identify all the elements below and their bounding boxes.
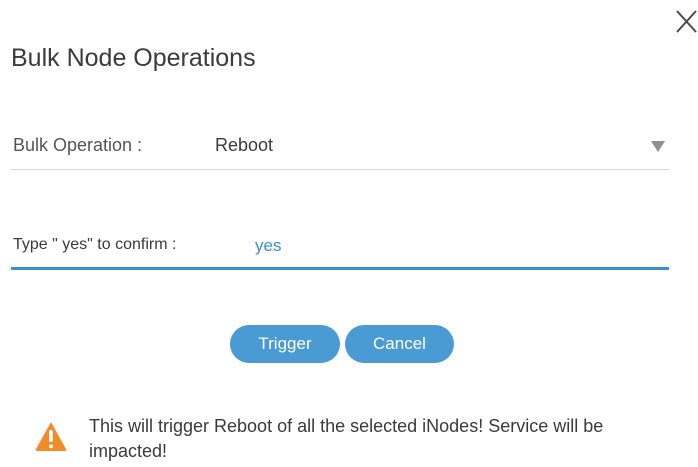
bulk-node-operations-dialog: Bulk Node Operations Bulk Operation : Re… <box>0 0 698 467</box>
confirm-input[interactable] <box>255 231 655 261</box>
bulk-operation-select[interactable]: Bulk Operation : Reboot <box>11 126 669 170</box>
warning-icon <box>34 420 68 452</box>
warning-message: This will trigger Reboot of all the sele… <box>34 412 674 464</box>
caret-down-icon[interactable] <box>651 141 665 152</box>
dialog-title: Bulk Node Operations <box>11 44 256 72</box>
bulk-operation-label: Bulk Operation : <box>13 135 143 155</box>
close-icon <box>676 10 697 33</box>
warning-text: This will trigger Reboot of all the sele… <box>89 416 604 461</box>
cancel-button[interactable]: Cancel <box>345 325 454 363</box>
confirm-field: Type " yes" to confirm : <box>11 225 669 270</box>
trigger-button[interactable]: Trigger <box>230 325 340 363</box>
confirm-label: Type " yes" to confirm : <box>13 236 177 253</box>
bulk-operation-value: Reboot <box>215 135 274 155</box>
close-button[interactable] <box>674 8 698 36</box>
